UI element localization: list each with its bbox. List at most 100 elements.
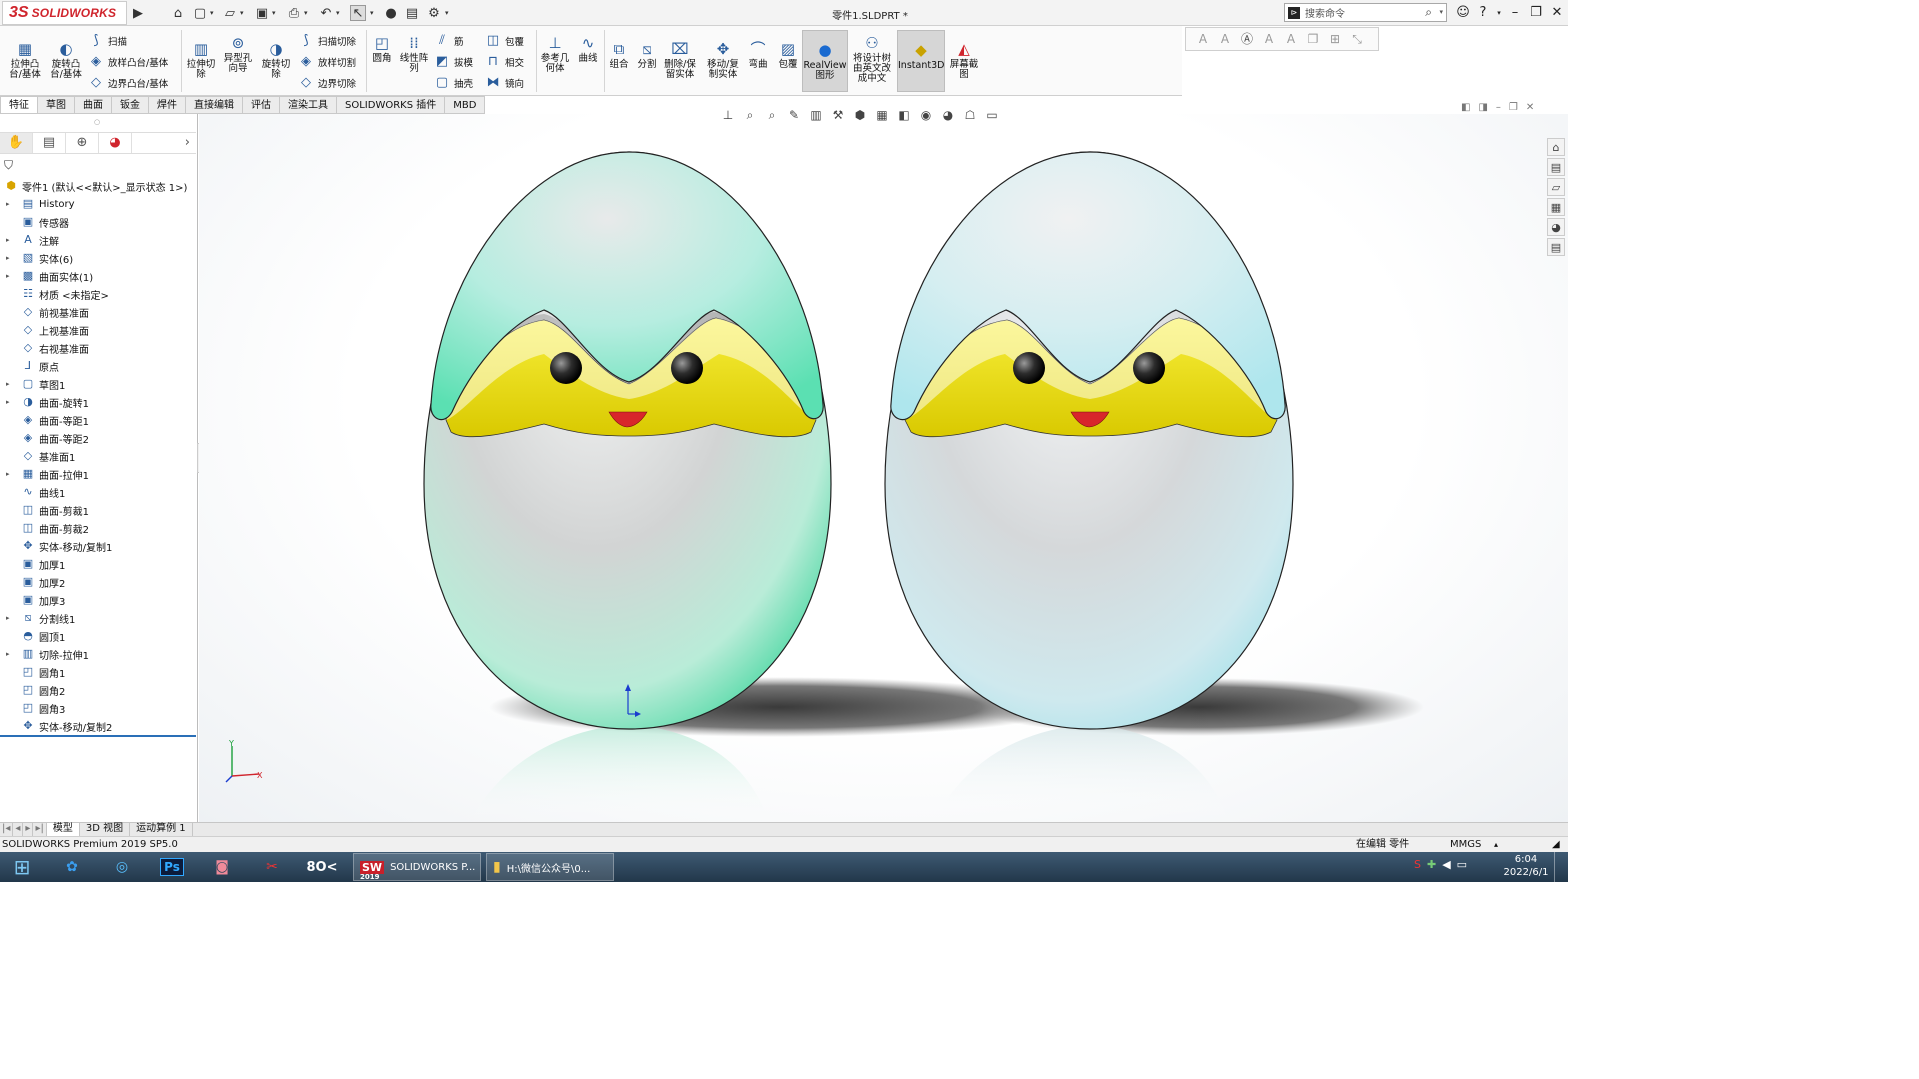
file-properties-icon[interactable]: ▤ xyxy=(404,5,420,21)
shell-button[interactable]: ▢ 抽壳 xyxy=(434,74,473,92)
chevron-down-icon[interactable]: ▾ xyxy=(210,9,214,17)
save-icon[interactable]: ▣ xyxy=(254,5,270,21)
tree-item[interactable]: ∿ 曲线1 xyxy=(0,483,65,501)
feature-manager-icon[interactable]: ✋ xyxy=(0,133,33,153)
baidu-netdisk-icon[interactable]: ✿ xyxy=(50,853,94,881)
copy-tool-icon[interactable]: ❐ xyxy=(1304,30,1322,48)
tree-item[interactable]: ◓ 圆顶1 xyxy=(0,627,65,645)
text-tool-icon[interactable]: A xyxy=(1194,30,1212,48)
tree-item[interactable]: ◇ 前视基准面 xyxy=(0,303,89,321)
tree-item[interactable]: ☷ 材质 <未指定> xyxy=(0,285,109,303)
tab-first-icon[interactable]: |◂ xyxy=(0,823,14,836)
tree-item[interactable]: ◫ 曲面-剪裁2 xyxy=(0,519,89,537)
network-icon[interactable]: ▭ xyxy=(1457,858,1467,871)
swept-cut-button[interactable]: ⟆ 扫描切除 xyxy=(298,32,356,50)
tree-expand-icon[interactable]: ▸ xyxy=(6,254,10,262)
boundary-cut-button[interactable]: ◇ 边界切除 xyxy=(298,74,356,92)
tab-motion-study[interactable]: 运动算例 1 xyxy=(130,823,193,836)
configuration-manager-icon[interactable]: ⊕ xyxy=(66,133,99,153)
tree-item[interactable]: ◈ 曲面-等距1 xyxy=(0,411,89,429)
graphics-viewport[interactable]: ⊥ ⌕ ⌕ ✎ ▥ ⚒ ⬢ ▦ ◧ ◉ ◕ ☖ ▭ ◧ ◨ – ❐ ✕ ⌂ ▤ … xyxy=(199,102,1568,822)
tab-prev-icon[interactable]: ◂ xyxy=(13,823,24,836)
ime-icon[interactable]: S xyxy=(1414,858,1421,871)
tree-expand-icon[interactable]: ▸ xyxy=(6,272,10,280)
tree-expand-icon[interactable]: ▸ xyxy=(6,236,10,244)
tree-item[interactable]: ▣ 加厚2 xyxy=(0,573,66,591)
tree-expand-icon[interactable]: ▸ xyxy=(6,398,10,406)
tree-expand-icon[interactable]: ▸ xyxy=(6,380,10,388)
tree-item[interactable]: ▣ 加厚1 xyxy=(0,555,66,573)
user-icon[interactable]: ☺ xyxy=(1454,4,1472,22)
property-manager-icon[interactable]: ▤ xyxy=(33,133,66,153)
chevron-down-icon[interactable]: ▾ xyxy=(240,9,244,17)
fillet-button[interactable]: ◰ 圆角 xyxy=(369,34,395,64)
rollback-bar[interactable] xyxy=(0,735,196,737)
tree-item[interactable]: ◰ 圆角2 xyxy=(0,681,66,699)
minimize-icon[interactable]: – xyxy=(1506,4,1524,22)
tree-root-part[interactable]: ⬢ 零件1 (默认<<默认>_显示状态 1>) xyxy=(4,177,187,195)
rib-button[interactable]: ⫽ 筋 xyxy=(434,32,463,50)
display-manager-icon[interactable]: ◕ xyxy=(99,133,132,153)
tile-left-icon[interactable]: ◧ xyxy=(1461,102,1470,113)
tree-item[interactable]: ▣ 加厚3 xyxy=(0,591,66,609)
format-tool-icon[interactable]: Ⓐ xyxy=(1238,30,1256,48)
text-tool-icon[interactable]: A xyxy=(1216,30,1234,48)
boundary-boss-button[interactable]: ◇ 边界凸台/基体 xyxy=(88,74,168,92)
chevron-down-icon[interactable]: ▾ xyxy=(1439,8,1443,16)
chevron-down-icon[interactable]: ▾ xyxy=(336,9,340,17)
translate-tree-button[interactable]: ⚇ 将设计树由英文改成中文 xyxy=(850,34,894,84)
tree-expand-icon[interactable]: ▸ xyxy=(6,200,10,208)
menu-expand-icon[interactable]: ▶ xyxy=(130,5,146,21)
chevron-up-icon[interactable]: ▴ xyxy=(1494,837,1498,852)
restore-icon[interactable]: ❐ xyxy=(1527,4,1545,22)
mirror-button[interactable]: ⧓ 镜向 xyxy=(485,74,525,92)
tab-features[interactable]: 特征 xyxy=(0,96,38,114)
tab-last-icon[interactable]: ▸| xyxy=(33,823,47,836)
tree-item[interactable]: ▸ ⧅ 分割线1 xyxy=(0,609,75,627)
solidworks-logo[interactable]: 3S SOLIDWORKS xyxy=(2,1,127,25)
lofted-cut-button[interactable]: ◈ 放样切割 xyxy=(298,53,356,71)
filter-icon[interactable]: ⛉ xyxy=(4,158,13,173)
tray-app-icon[interactable]: ✚ xyxy=(1427,858,1436,871)
photoshop-icon[interactable]: Ps xyxy=(150,853,194,881)
search-icon[interactable]: ⌕ xyxy=(1425,5,1432,20)
tree-item[interactable]: ◇ 右视基准面 xyxy=(0,339,89,357)
rebuild-icon[interactable]: ● xyxy=(383,5,399,21)
delete-keep-body-button[interactable]: ⌧ 删除/保留实体 xyxy=(662,40,698,80)
tree-item[interactable]: ▸ ▧ 实体(6) xyxy=(0,249,73,267)
tab-3d-view[interactable]: 3D 视图 xyxy=(80,823,131,836)
tab-surfaces[interactable]: 曲面 xyxy=(75,96,112,114)
tab-mbd[interactable]: MBD xyxy=(445,96,486,114)
tree-item[interactable]: ▸ ▦ 曲面-拉伸1 xyxy=(0,465,89,483)
extrude-cut-button[interactable]: ▥ 拉伸切除 xyxy=(184,40,218,80)
taskbar-folder-button[interactable]: ▮ H:\微信公众号\0... xyxy=(486,853,614,881)
extrude-boss-button[interactable]: ▦ 拉伸凸台/基体 xyxy=(6,40,44,80)
hole-wizard-button[interactable]: ⊚ 异型孔向导 xyxy=(220,34,256,74)
unit-system[interactable]: MMGS xyxy=(1450,837,1481,852)
tree-item[interactable]: ◰ 圆角3 xyxy=(0,699,66,717)
chevron-down-icon[interactable]: ▾ xyxy=(445,9,449,17)
tree-item[interactable]: ◈ 曲面-等距2 xyxy=(0,429,89,447)
tree-item[interactable]: ▸ ◑ 曲面-旋转1 xyxy=(0,393,89,411)
egg-left[interactable] xyxy=(423,151,832,730)
wrap2-button[interactable]: ▨ 包覆 xyxy=(775,40,801,70)
undo-icon[interactable]: ↶ xyxy=(318,5,334,21)
ok-app-icon[interactable]: 8O< xyxy=(300,853,344,881)
draft-button[interactable]: ◩ 拔模 xyxy=(434,53,473,71)
tree-expand-icon[interactable]: ▸ xyxy=(6,614,10,622)
select-arrow-icon[interactable]: ↖ xyxy=(350,5,366,21)
viewport-restore-icon[interactable]: ❐ xyxy=(1509,102,1518,113)
new-document-icon[interactable]: ▢ xyxy=(192,5,208,21)
tree-item[interactable]: ◰ 圆角1 xyxy=(0,663,66,681)
reference-geometry-button[interactable]: ⊥ 参考几何体 xyxy=(539,34,571,74)
tab-evaluate[interactable]: 评估 xyxy=(243,96,280,114)
chevron-down-icon[interactable]: ▾ xyxy=(304,9,308,17)
tree-item[interactable]: ✥ 实体-移动/复制1 xyxy=(0,537,112,555)
tab-render-tools[interactable]: 渲染工具 xyxy=(280,96,337,114)
drag-handle-icon[interactable]: ○ xyxy=(94,118,100,126)
tree-item[interactable]: ▸ ▤ History xyxy=(0,195,75,213)
realview-button[interactable]: ● RealView图形 xyxy=(802,30,848,92)
tree-item[interactable]: ▸ ▢ 草图1 xyxy=(0,375,65,393)
linear-pattern-button[interactable]: ⁞⁞ 线性阵列 xyxy=(397,34,431,74)
revolve-boss-button[interactable]: ◐ 旋转凸台/基体 xyxy=(47,40,85,80)
